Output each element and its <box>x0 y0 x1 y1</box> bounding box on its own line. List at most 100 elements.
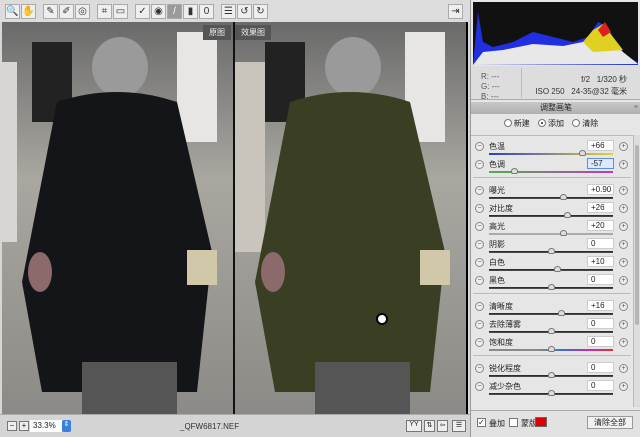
slider-value-field[interactable]: 0 <box>587 380 614 391</box>
zoom-level-field[interactable]: 33.3% <box>30 420 62 432</box>
slider-track[interactable] <box>489 346 613 352</box>
slider-value-field[interactable]: 0 <box>587 274 614 285</box>
slider-value-field[interactable]: +66 <box>587 140 614 151</box>
decrease-icon[interactable]: − <box>475 320 484 329</box>
slider-value-field[interactable]: +26 <box>587 202 614 213</box>
swap-settings-icon[interactable]: ⇅ <box>424 420 435 432</box>
slider-track[interactable] <box>489 150 613 156</box>
increase-icon[interactable]: + <box>619 320 628 329</box>
slider-thumb[interactable] <box>560 230 568 236</box>
slider-value-field[interactable]: 0 <box>587 362 614 373</box>
graduated-filter-icon[interactable]: ▮ <box>183 3 198 19</box>
decrease-icon[interactable]: − <box>475 204 484 213</box>
increase-icon[interactable]: + <box>619 302 628 311</box>
slider-value-field[interactable]: 0 <box>587 318 614 329</box>
decrease-icon[interactable]: − <box>475 276 484 285</box>
increase-icon[interactable]: + <box>619 142 628 151</box>
zoom-icon[interactable]: 🔍 <box>5 3 20 19</box>
slider-value-field[interactable]: +10 <box>587 256 614 267</box>
increase-icon[interactable]: + <box>619 364 628 373</box>
slider-track[interactable] <box>489 266 613 272</box>
mask-color-swatch[interactable] <box>535 417 547 427</box>
decrease-icon[interactable]: − <box>475 338 484 347</box>
slider-track[interactable] <box>489 248 613 254</box>
red-eye-icon[interactable]: ◉ <box>151 3 166 19</box>
slider-value-field[interactable]: -57 <box>587 158 614 169</box>
before-after-view-icon[interactable]: YY <box>406 420 422 432</box>
mode-add-radio[interactable]: 添加 <box>538 118 564 129</box>
increase-icon[interactable]: + <box>619 382 628 391</box>
slider-value-field[interactable]: +0.90 <box>587 184 614 195</box>
slider-value-field[interactable]: 0 <box>587 336 614 347</box>
adjustment-brush-icon[interactable]: / <box>167 3 182 19</box>
increase-icon[interactable]: + <box>619 204 628 213</box>
increase-icon[interactable]: + <box>619 186 628 195</box>
mask-checkbox[interactable] <box>509 418 518 427</box>
slider-track[interactable] <box>489 310 613 316</box>
slider-thumb[interactable] <box>579 150 586 156</box>
increase-icon[interactable]: + <box>619 240 628 249</box>
slider-thumb[interactable] <box>557 310 565 316</box>
spot-removal-icon[interactable]: ✓ <box>135 3 150 19</box>
zoom-dropdown-icon[interactable]: ⇕ <box>62 420 71 432</box>
slider-thumb[interactable] <box>560 194 568 200</box>
slider-track[interactable] <box>489 194 613 200</box>
straighten-icon[interactable]: ▭ <box>113 3 128 19</box>
white-balance-icon[interactable]: ✎ <box>43 3 58 19</box>
slider-thumb[interactable] <box>548 390 555 396</box>
slider-value-field[interactable]: +16 <box>587 300 614 311</box>
slider-value-field[interactable]: +20 <box>587 220 614 231</box>
decrease-icon[interactable]: − <box>475 382 484 391</box>
rotate-left-icon[interactable]: ↺ <box>237 3 252 19</box>
decrease-icon[interactable]: − <box>475 160 484 169</box>
image-viewer[interactable]: 原图 效果图 <box>2 22 468 414</box>
overlay-checkbox[interactable]: ✓ <box>477 418 486 427</box>
slider-thumb[interactable] <box>564 212 572 218</box>
slider-thumb[interactable] <box>510 168 518 174</box>
slider-thumb[interactable] <box>548 328 555 334</box>
view-options-icon[interactable]: ☰ <box>452 420 466 432</box>
fullscreen-toggle-icon[interactable]: ⇥ <box>448 4 463 19</box>
slider-track[interactable] <box>489 284 613 290</box>
decrease-icon[interactable]: − <box>475 302 484 311</box>
decrease-icon[interactable]: − <box>475 222 484 231</box>
zoom-out-button[interactable]: − <box>7 421 17 431</box>
increase-icon[interactable]: + <box>619 222 628 231</box>
slider-track[interactable] <box>489 212 613 218</box>
slider-track[interactable] <box>489 168 613 174</box>
hand-icon[interactable]: ✋ <box>21 3 36 19</box>
decrease-icon[interactable]: − <box>475 364 484 373</box>
radial-filter-icon[interactable]: 0 <box>199 3 214 19</box>
decrease-icon[interactable]: − <box>475 142 484 151</box>
slider-track[interactable] <box>489 390 613 396</box>
copy-settings-icon[interactable]: ⇦ <box>437 420 448 432</box>
increase-icon[interactable]: + <box>619 338 628 347</box>
slider-track[interactable] <box>489 328 613 334</box>
panel-menu-icon[interactable]: ≡ <box>634 102 638 114</box>
slider-thumb[interactable] <box>548 346 555 352</box>
slider-label: 色调 <box>489 160 505 169</box>
rotate-right-icon[interactable]: ↻ <box>253 3 268 19</box>
color-sampler-icon[interactable]: ✐ <box>59 3 74 19</box>
targeted-adjust-icon[interactable]: ◎ <box>75 3 90 19</box>
decrease-icon[interactable]: − <box>475 186 484 195</box>
slider-thumb[interactable] <box>548 372 555 378</box>
increase-icon[interactable]: + <box>619 276 628 285</box>
slider-thumb[interactable] <box>548 248 555 254</box>
slider-track[interactable] <box>489 230 613 236</box>
decrease-icon[interactable]: − <box>475 258 484 267</box>
decrease-icon[interactable]: − <box>475 240 484 249</box>
slider-thumb[interactable] <box>548 284 555 290</box>
increase-icon[interactable]: + <box>619 258 628 267</box>
clear-all-button[interactable]: 清除全部 <box>587 416 633 429</box>
mode-erase-radio[interactable]: 清除 <box>572 118 598 129</box>
slider-thumb[interactable] <box>554 266 562 272</box>
zoom-in-button[interactable]: + <box>19 421 29 431</box>
preferences-icon[interactable]: ☰ <box>221 3 236 19</box>
slider-track[interactable] <box>489 372 613 378</box>
crop-icon[interactable]: ⌗ <box>97 3 112 19</box>
slider-value-field[interactable]: 0 <box>587 238 614 249</box>
panel-scrollbar[interactable] <box>633 135 640 407</box>
increase-icon[interactable]: + <box>619 160 628 169</box>
mode-new-radio[interactable]: 新建 <box>503 118 530 129</box>
